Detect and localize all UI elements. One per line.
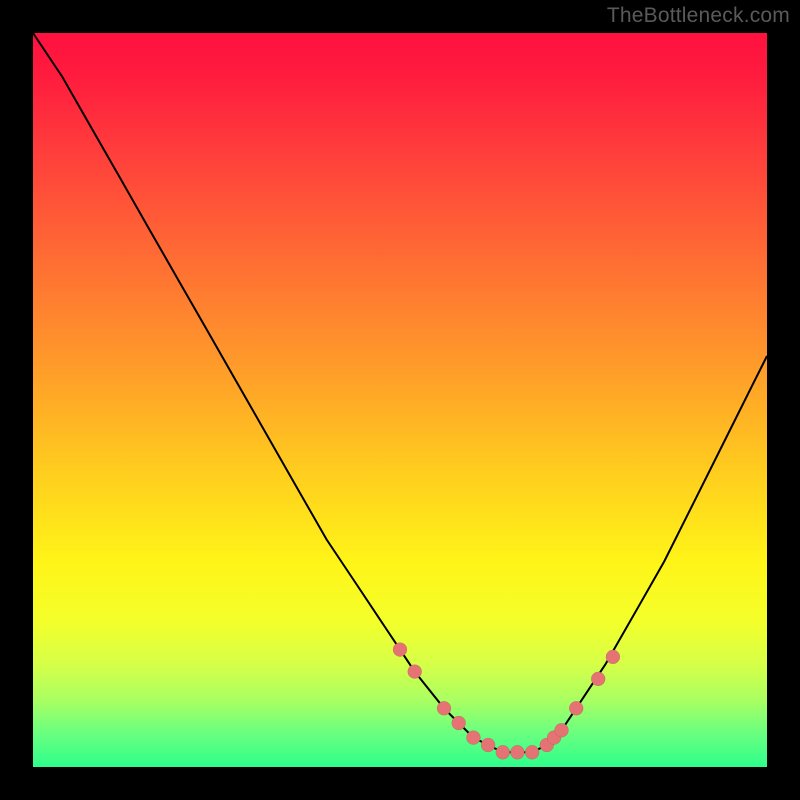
highlight-dots-group bbox=[393, 643, 620, 760]
highlight-dot bbox=[437, 701, 451, 715]
highlight-dot bbox=[408, 665, 422, 679]
chart-frame: TheBottleneck.com bbox=[0, 0, 800, 800]
highlight-dot bbox=[393, 643, 407, 657]
highlight-dot bbox=[525, 745, 539, 759]
highlight-dot bbox=[510, 745, 524, 759]
highlight-dot bbox=[591, 672, 605, 686]
highlight-dot bbox=[496, 745, 510, 759]
watermark-text: TheBottleneck.com bbox=[607, 4, 790, 28]
highlight-dot bbox=[569, 701, 583, 715]
highlight-dot bbox=[481, 738, 495, 752]
highlight-dot bbox=[452, 716, 466, 730]
highlight-dot bbox=[466, 731, 480, 745]
highlight-dot bbox=[606, 650, 620, 664]
plot-svg bbox=[33, 33, 767, 767]
highlight-dot bbox=[555, 723, 569, 737]
